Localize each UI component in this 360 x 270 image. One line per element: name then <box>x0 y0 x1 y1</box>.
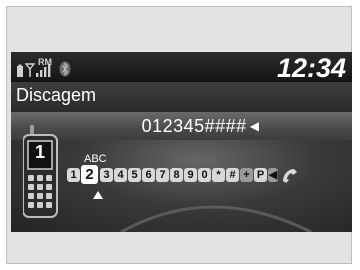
backspace-key-icon[interactable]: ◀ <box>268 168 278 182</box>
key-0[interactable]: 0 <box>198 168 211 182</box>
key-hash[interactable]: # <box>226 168 239 182</box>
key-star[interactable]: * <box>212 168 225 182</box>
key-1[interactable]: 1 <box>67 168 80 182</box>
key-4[interactable]: 4 <box>114 168 127 182</box>
backspace-icon[interactable]: ◀ <box>250 119 260 133</box>
key-8[interactable]: 8 <box>170 168 183 182</box>
key-9[interactable]: 9 <box>184 168 197 182</box>
cellphone-icon <box>23 125 58 218</box>
dialed-number-text: 012345#### <box>141 116 247 136</box>
key-2[interactable]: 2 <box>81 165 98 184</box>
key-5[interactable]: 5 <box>128 168 141 182</box>
status-bar: RM 12:34 <box>11 52 352 83</box>
key-letters: ABC <box>84 153 107 165</box>
battery-icon <box>17 64 23 77</box>
nav-screen: RM 12:34 Discagem 012345#### ◀ 1 ABC 1 2… <box>11 52 352 232</box>
status-icons: RM <box>17 58 71 77</box>
dialed-number: 012345#### ◀ <box>11 116 352 137</box>
selection-pointer-icon <box>93 191 103 199</box>
key-plus[interactable]: + <box>240 168 253 182</box>
handset-icon[interactable] <box>280 166 300 184</box>
key-6[interactable]: 6 <box>142 168 155 182</box>
key-7[interactable]: 7 <box>156 168 169 182</box>
clock: 12:34 <box>276 53 346 83</box>
bluetooth-icon <box>59 61 71 77</box>
page-number: 1 <box>34 142 45 162</box>
title-bar: Discagem <box>11 82 352 112</box>
roaming-icon: RM <box>38 58 52 67</box>
key-3[interactable]: 3 <box>100 168 113 182</box>
page-title: Discagem <box>16 85 97 105</box>
key-pause[interactable]: P <box>254 168 267 182</box>
